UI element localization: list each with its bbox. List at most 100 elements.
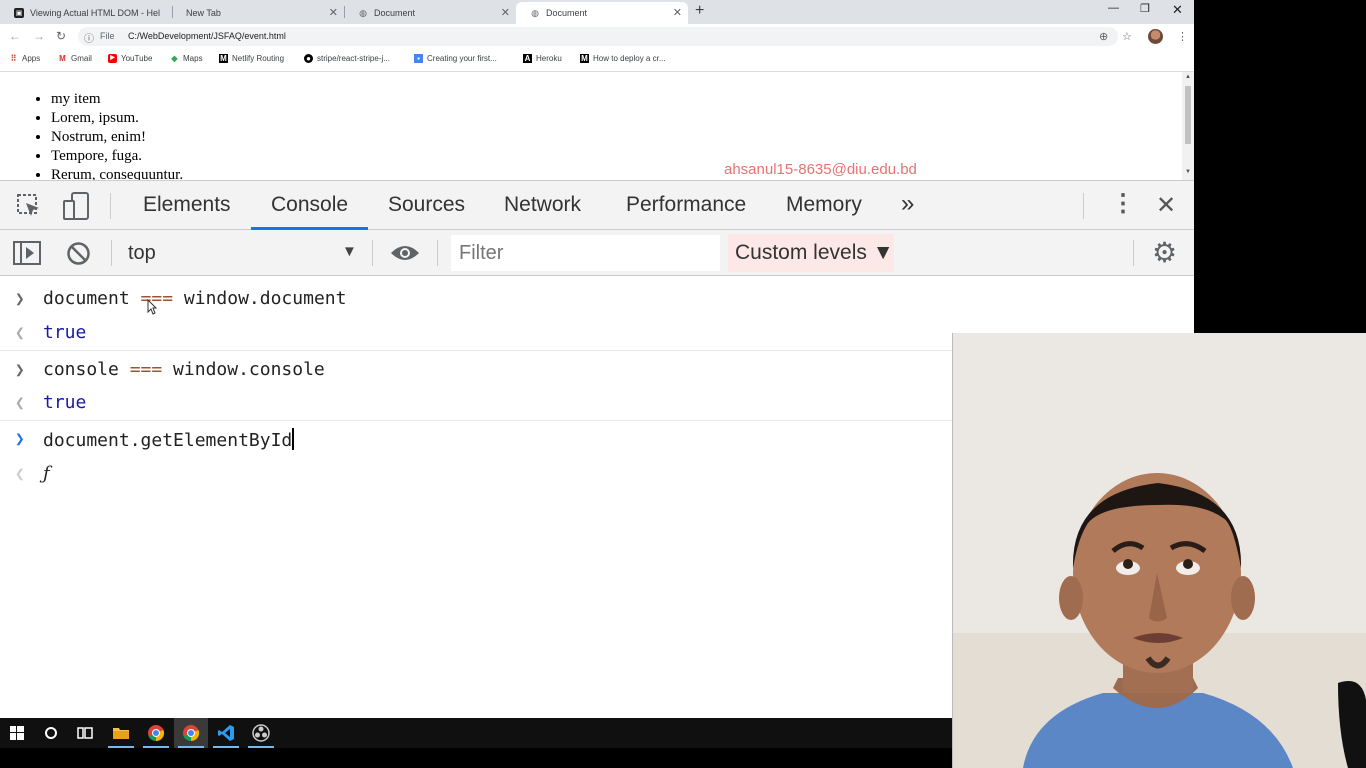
divider [372, 240, 373, 266]
eye-icon[interactable] [389, 243, 421, 263]
close-devtools-icon[interactable]: ✕ [1156, 191, 1176, 220]
bookmark-label: stripe/react-stripe-j... [317, 54, 390, 63]
bookmark-apps[interactable]: ⠿ Apps [9, 54, 41, 63]
back-icon[interactable]: ← [9, 29, 21, 43]
watermark: ahsanul15-8635@diu.edu.bd [724, 161, 917, 178]
bookmark-page-icon: ▪ [414, 54, 423, 63]
browser-toolbar: ← → ↻ ⓘ File C:/WebDevelopment/JSFAQ/eve… [0, 24, 1194, 49]
globe-icon: ◍ [531, 7, 539, 18]
tab-1[interactable]: ▣ Viewing Actual HTML DOM - Hel [0, 2, 172, 24]
code-token: console [43, 359, 130, 380]
console-result-value: true [43, 322, 87, 343]
tab-elements[interactable]: Elements [143, 193, 231, 217]
log-levels-dropdown[interactable]: Custom levels ▼ [728, 234, 894, 272]
page-viewport: my item Lorem, ipsum. Nostrum, enim! Tem… [0, 72, 1182, 180]
cortana-search-icon[interactable] [34, 718, 68, 748]
filter-input[interactable] [451, 235, 720, 271]
windows-start-icon[interactable] [0, 718, 34, 748]
chrome-icon[interactable] [174, 718, 208, 748]
close-icon[interactable]: ✕ [673, 6, 682, 19]
tab-performance[interactable]: Performance [626, 193, 746, 217]
chrome-icon[interactable] [139, 718, 173, 748]
scheme-label: File [100, 31, 115, 41]
devtools-tabbar: Elements Console Sources Network Perform… [0, 180, 1194, 230]
bookmark-heroku[interactable]: A Heroku [523, 54, 562, 63]
devtools-menu-icon[interactable]: ⋮ [1111, 189, 1135, 218]
bookmark-stripe[interactable]: ● stripe/react-stripe-j... [304, 54, 390, 63]
chevron-down-icon[interactable]: ▼ [342, 243, 357, 260]
close-icon[interactable]: ✕ [501, 6, 510, 19]
clear-console-icon[interactable] [66, 241, 91, 266]
tab-memory[interactable]: Memory [786, 193, 862, 217]
vscode-icon[interactable] [209, 718, 243, 748]
bookmark-maps[interactable]: ◆ Maps [170, 54, 203, 63]
task-view-icon[interactable] [68, 718, 102, 748]
list-item: Lorem, ipsum. [51, 109, 183, 128]
new-tab-button[interactable]: + [695, 2, 704, 20]
tab-console[interactable]: Console [271, 193, 348, 217]
bookmark-netlify[interactable]: M Netlify Routing [219, 54, 284, 63]
info-icon[interactable]: ⓘ [84, 30, 94, 45]
tab-sources[interactable]: Sources [388, 193, 465, 217]
youtube-icon: ▶ [108, 54, 117, 63]
tab-network[interactable]: Network [504, 193, 581, 217]
chevron-right-icon: ❯ [15, 289, 25, 308]
console-toolbar: top ▼ Custom levels ▼ ⚙ [0, 230, 1194, 276]
page-scrollbar[interactable]: ▲ ▼ [1182, 72, 1194, 180]
zoom-icon[interactable]: ⊕ [1099, 30, 1108, 43]
more-tabs-icon[interactable]: » [901, 190, 914, 218]
mouse-cursor-icon [147, 299, 157, 315]
prompt-chevron-icon: ❯ [15, 429, 25, 448]
function-preview: ƒ [43, 463, 50, 484]
close-icon[interactable]: ✕ [329, 6, 338, 19]
return-arrow-icon: ❮ [15, 393, 25, 412]
reload-icon[interactable]: ↻ [56, 29, 66, 43]
file-explorer-icon[interactable] [104, 718, 138, 748]
tab-2[interactable]: New Tab ✕ [172, 2, 344, 24]
bookmark-label: How to deploy a cr... [593, 54, 666, 63]
inspect-element-icon[interactable] [16, 193, 42, 219]
menu-icon[interactable]: ⋮ [1177, 30, 1188, 43]
medium-icon: M [580, 54, 589, 63]
webcam-overlay [952, 333, 1366, 768]
console-prompt-input[interactable]: document.getElementById [43, 428, 295, 451]
scroll-up-icon[interactable]: ▲ [1185, 74, 1191, 80]
url-text[interactable]: C:/WebDevelopment/JSFAQ/event.html [128, 31, 286, 41]
list-item: my item [51, 90, 183, 109]
context-selector[interactable]: top [128, 242, 156, 265]
bookmark-gmail[interactable]: M Gmail [58, 54, 92, 63]
apps-grid-icon: ⠿ [10, 54, 17, 63]
omnibox[interactable]: ⓘ File C:/WebDevelopment/JSFAQ/event.htm… [78, 27, 1118, 46]
return-arrow-icon: ❮ [15, 323, 25, 342]
tab-3[interactable]: ◍ Document ✕ [344, 2, 516, 24]
console-prompt[interactable]: ❯ document.getElementById [0, 421, 952, 456]
console-result-line: ❮ true [0, 385, 952, 421]
obs-icon[interactable] [244, 718, 278, 748]
maps-icon: ◆ [171, 54, 178, 63]
bookmark-label: Maps [183, 54, 203, 63]
tab-strip: ▣ Viewing Actual HTML DOM - Hel New Tab … [0, 0, 1194, 24]
scroll-down-icon[interactable]: ▼ [1185, 169, 1191, 175]
show-sidebar-icon[interactable] [13, 241, 41, 265]
avatar[interactable] [1148, 29, 1163, 44]
console-input-line: ❯ document === window.document [0, 281, 952, 316]
code-token: document [43, 288, 141, 309]
bookmark-creating[interactable]: ▪ Creating your first... [414, 54, 497, 63]
restore-icon[interactable]: ❐ [1140, 2, 1150, 15]
bookmark-deploy[interactable]: M How to deploy a cr... [580, 54, 665, 63]
tab-4-active[interactable]: ◍ Document ✕ [516, 2, 688, 24]
divider [111, 240, 112, 266]
scrollbar-thumb[interactable] [1185, 86, 1191, 144]
list-item: Nostrum, enim! [51, 128, 183, 147]
minimize-icon[interactable]: — [1108, 2, 1119, 14]
device-toolbar-icon[interactable] [62, 191, 92, 221]
close-window-icon[interactable]: ✕ [1172, 2, 1183, 18]
gear-icon[interactable]: ⚙ [1152, 236, 1177, 269]
github-icon: ● [304, 54, 313, 63]
globe-icon: ◍ [359, 7, 367, 18]
forward-icon[interactable]: → [33, 29, 45, 43]
tab-title: Document [546, 8, 588, 18]
star-icon[interactable]: ☆ [1122, 30, 1132, 43]
divider [1133, 240, 1134, 266]
bookmark-youtube[interactable]: ▶ YouTube [108, 54, 152, 63]
